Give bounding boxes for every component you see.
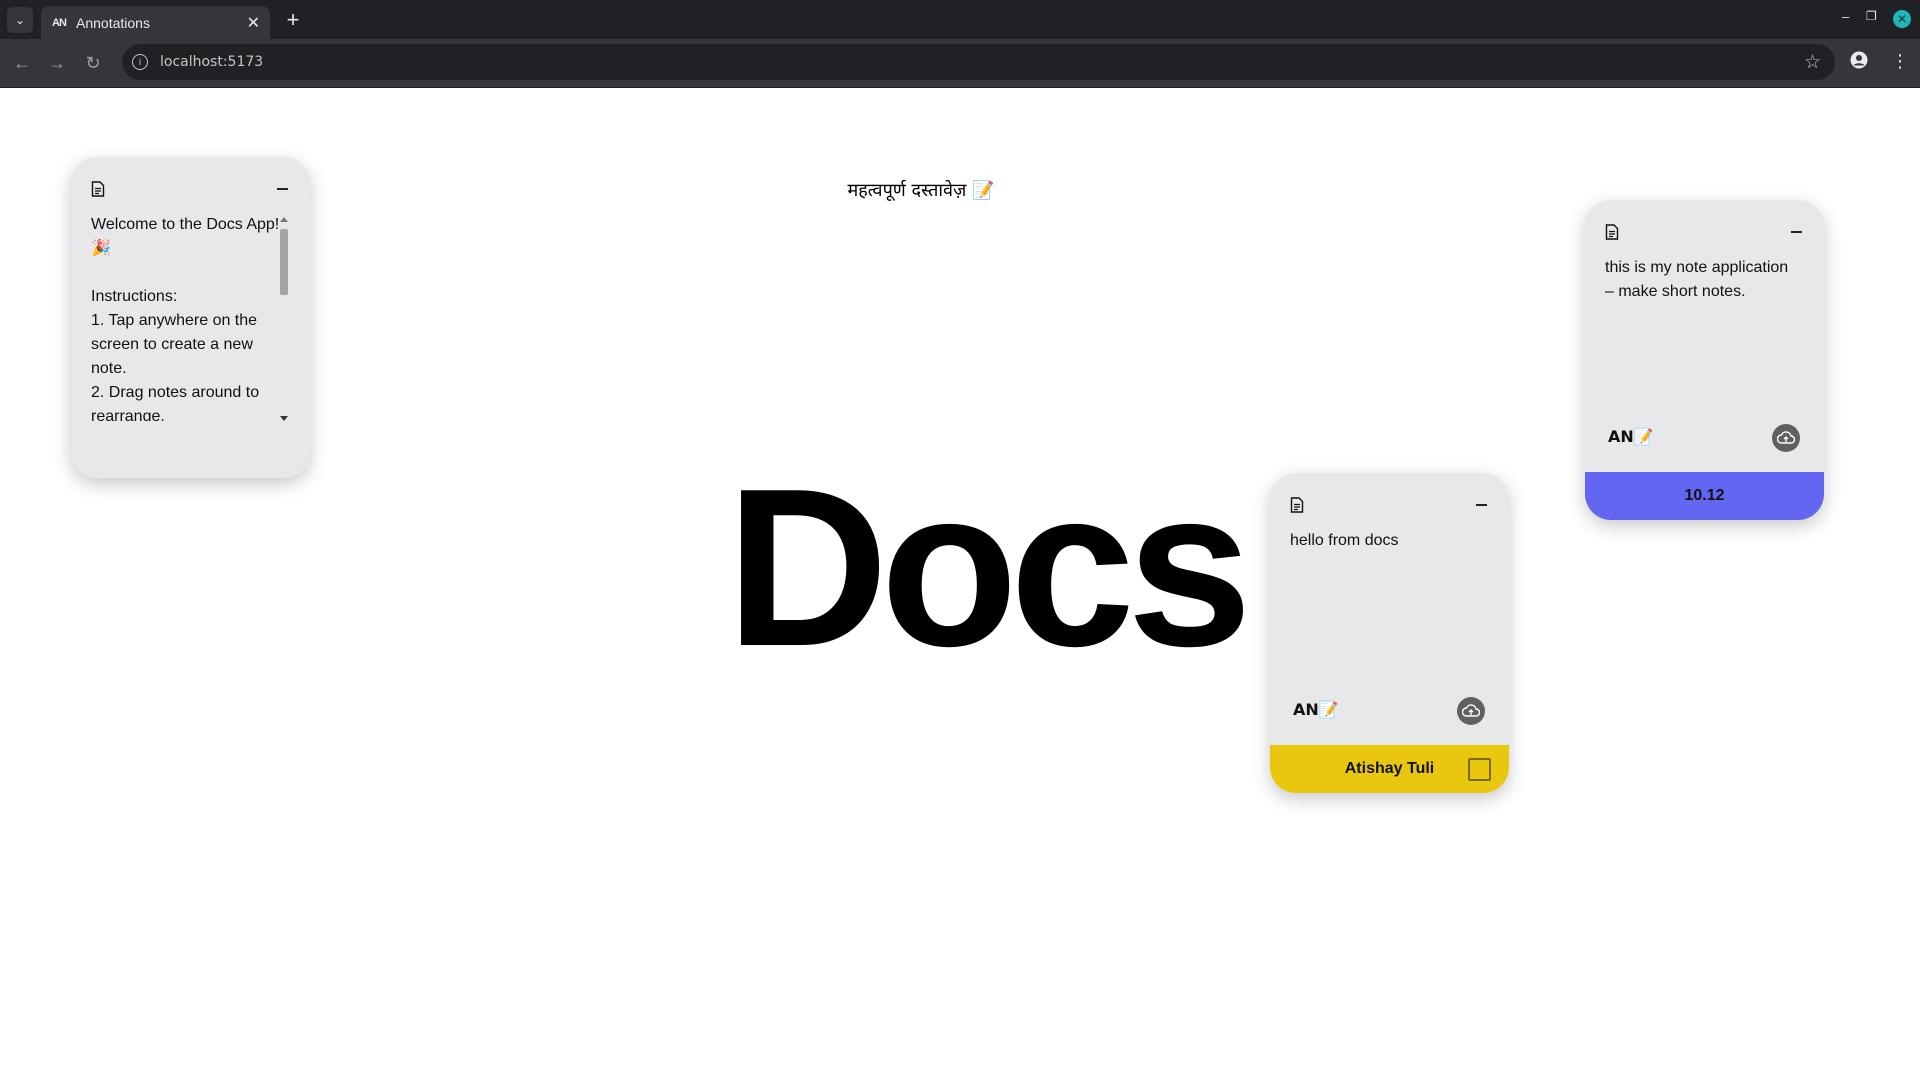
hero-title: Docs xyxy=(726,441,1252,693)
restore-window-icon[interactable]: ❐ xyxy=(1866,9,1877,23)
note-card[interactable]: hello from docs AN📝 Atishay Tuli xyxy=(1270,473,1509,793)
bookmark-star-icon[interactable]: ☆ xyxy=(1804,51,1821,74)
tab-title: Annotations xyxy=(76,14,150,31)
browser-toolbar: ← → ↻ i localhost:5173 ☆ ⋮ xyxy=(0,39,1920,88)
note-scrollbar[interactable] xyxy=(278,215,290,423)
tab-search-icon[interactable]: ⌄ xyxy=(7,7,33,33)
note-text[interactable]: this is my note application – make short… xyxy=(1605,256,1795,304)
minimize-window-icon[interactable]: – xyxy=(1842,9,1849,24)
cloud-upload-icon[interactable] xyxy=(1772,424,1800,452)
minimize-note-icon[interactable] xyxy=(1791,231,1802,233)
note-footer[interactable]: 10.12 xyxy=(1585,472,1824,520)
document-icon xyxy=(1605,224,1619,240)
note-author: AN📝 xyxy=(1608,427,1654,446)
browser-tab-strip: ⌄ AN Annotations ✕ + – ❐ ✕ xyxy=(0,0,1920,39)
back-icon[interactable]: ← xyxy=(10,51,34,75)
cloud-upload-icon[interactable] xyxy=(1457,697,1485,725)
note-text[interactable]: Welcome to the Docs App! 🎉 Instructions:… xyxy=(91,213,281,421)
browser-menu-icon[interactable]: ⋮ xyxy=(1891,51,1909,72)
url-text: localhost:5173 xyxy=(160,54,264,70)
new-tab-icon[interactable]: + xyxy=(281,7,305,32)
site-info-icon[interactable]: i xyxy=(132,54,148,70)
document-icon xyxy=(91,181,105,197)
close-tab-icon[interactable]: ✕ xyxy=(247,13,260,33)
reload-icon[interactable]: ↻ xyxy=(81,51,105,75)
note-author: AN📝 xyxy=(1293,700,1339,719)
note-footer-label: Atishay Tuli xyxy=(1344,760,1435,777)
address-bar[interactable]: i localhost:5173 ☆ xyxy=(122,44,1835,80)
note-card[interactable]: Welcome to the Docs App! 🎉 Instructions:… xyxy=(71,157,310,478)
minimize-note-icon[interactable] xyxy=(1476,504,1487,506)
close-window-icon[interactable]: ✕ xyxy=(1893,10,1911,28)
tab-favicon-icon: AN xyxy=(52,16,67,29)
note-footer-label: 10.12 xyxy=(1684,487,1725,504)
forward-icon[interactable]: → xyxy=(45,51,69,75)
document-icon xyxy=(1290,497,1304,513)
minimize-note-icon[interactable] xyxy=(277,188,288,190)
browser-tab[interactable]: AN Annotations ✕ xyxy=(41,6,270,39)
profile-icon[interactable] xyxy=(1850,51,1868,74)
note-text[interactable]: hello from docs xyxy=(1290,529,1480,553)
color-swatch-checkbox[interactable] xyxy=(1468,758,1491,781)
note-card[interactable]: this is my note application – make short… xyxy=(1585,200,1824,520)
note-footer[interactable]: Atishay Tuli xyxy=(1270,745,1509,793)
